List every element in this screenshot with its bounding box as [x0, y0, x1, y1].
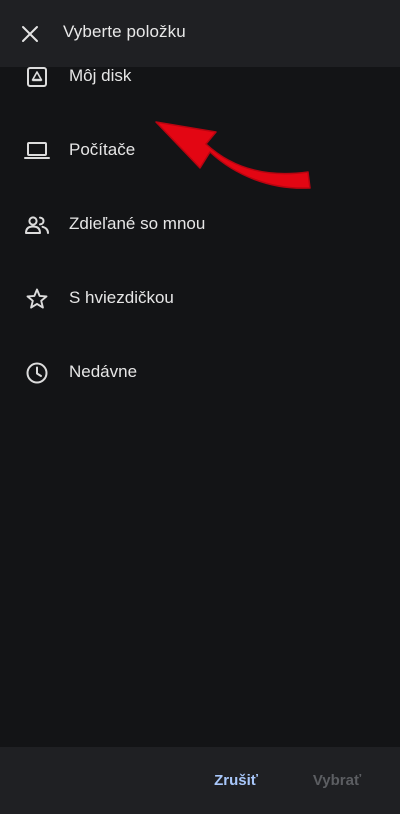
list-item-label: Nedávne [69, 362, 138, 381]
file-picker-screen: Vyberte položku Môj disk Počítače Zdieľa… [0, 0, 400, 814]
cancel-button[interactable]: Zrušiť [206, 769, 266, 793]
location-list: Môj disk Počítače Zdieľané so mnou S hvi… [0, 66, 400, 437]
list-item-shared-with-me[interactable]: Zdieľané so mnou [0, 182, 400, 256]
people-icon [24, 212, 50, 238]
list-item-my-drive[interactable]: Môj disk [0, 34, 400, 108]
star-icon [24, 286, 50, 312]
list-item-label: S hviezdičkou [69, 288, 174, 307]
clock-icon [24, 360, 50, 386]
select-button: Vybrať [312, 772, 362, 789]
list-item-label: Zdieľané so mnou [69, 214, 206, 233]
list-item-recent[interactable]: Nedávne [0, 330, 400, 404]
list-item-label: Môj disk [69, 66, 132, 85]
list-item-starred[interactable]: S hviezdičkou [0, 256, 400, 330]
laptop-icon [24, 138, 50, 164]
drive-icon [24, 64, 50, 90]
bottom-action-bar: Zrušiť Vybrať [0, 747, 400, 814]
list-item-computers[interactable]: Počítače [0, 108, 400, 182]
list-item-label: Počítače [69, 140, 136, 159]
